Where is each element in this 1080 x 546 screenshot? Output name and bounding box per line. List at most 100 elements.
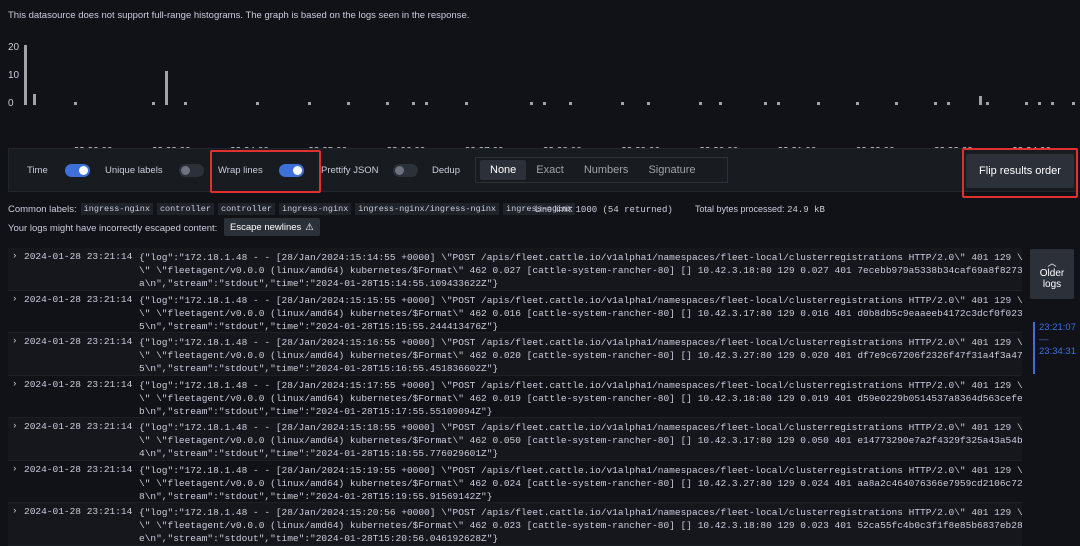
histogram-bar (985, 102, 989, 105)
time-toggle[interactable] (65, 164, 90, 177)
range-start: 23:21:07 (1039, 322, 1076, 333)
histogram-bar (412, 102, 416, 105)
log-timestamp: 2024-01-28 23:21:14 (24, 463, 133, 475)
log-row[interactable]: › 2024-01-28 23:21:14 {"log":"172.18.1.4… (8, 418, 1022, 461)
log-timestamp: 2024-01-28 23:21:14 (24, 251, 133, 262)
log-timestamp: 2024-01-28 23:21:14 (24, 336, 133, 347)
histogram-notice: This datasource does not support full-ra… (8, 10, 470, 21)
label-chip: ingress-nginx/ingress-nginx (355, 203, 500, 215)
expand-chevron-icon[interactable]: › (12, 251, 17, 261)
log-line: {"log":"172.18.1.48 - - [28/Jan/2024:15:… (139, 507, 1022, 544)
histogram-bar (529, 102, 533, 105)
expand-chevron-icon[interactable]: › (12, 336, 17, 346)
histogram-bar (184, 102, 188, 105)
histogram-bar (1072, 102, 1075, 105)
histogram-bar (151, 102, 155, 105)
histogram-bar (894, 102, 898, 105)
dedup-option-numbers[interactable]: Numbers (574, 160, 639, 180)
label-chip: controller (217, 203, 275, 215)
histogram-bar (1051, 102, 1055, 105)
log-line: {"log":"172.18.1.48 - - [28/Jan/2024:15:… (139, 294, 1022, 332)
histogram-bar (73, 102, 77, 105)
y-tick-label: 0 (8, 98, 14, 109)
expand-chevron-icon[interactable]: › (12, 421, 17, 431)
histogram-bar (946, 102, 950, 105)
bytes-processed-label: Total bytes processed: (695, 204, 785, 214)
highlight-box-wrap-lines (210, 150, 321, 193)
dedup-option-signature[interactable]: Signature (638, 160, 705, 180)
histogram-bar (855, 102, 859, 105)
common-labels: Common labels: ingress-nginx controller … (8, 203, 576, 215)
older-logs-button[interactable]: ︿ Older logs (1030, 249, 1074, 299)
log-line: {"log":"172.18.1.48 - - [28/Jan/2024:15:… (139, 252, 1022, 289)
escape-newlines-label: Escape newlines (230, 221, 302, 233)
log-line: {"log":"172.18.1.48 - - [28/Jan/2024:15:… (139, 379, 1022, 417)
histogram-bar (568, 102, 572, 105)
y-tick-label: 10 (8, 70, 20, 81)
dedup-selector: None Exact Numbers Signature (475, 157, 728, 183)
older-logs-label-2: logs (1042, 278, 1062, 290)
histogram-bar (308, 102, 312, 105)
histogram-bar (777, 102, 781, 105)
time-label: Time (27, 165, 48, 176)
expand-chevron-icon[interactable]: › (12, 294, 17, 304)
histogram-bar (816, 102, 820, 105)
log-row[interactable]: › 2024-01-28 23:21:14 {"log":"172.18.1.4… (8, 461, 1022, 503)
logs-volume-histogram: 20 10 0 23:22:0023:23:0023:24:0023:25:00… (0, 36, 1080, 172)
histogram-bar (1038, 102, 1042, 105)
log-row[interactable]: › 2024-01-28 23:21:14 {"log":"172.18.1.4… (8, 376, 1022, 418)
log-row[interactable]: › 2024-01-28 23:21:14 {"log":"172.18.1.4… (8, 248, 1022, 291)
histogram-plot-area (24, 42, 1076, 105)
bytes-processed-value: 24.9 kB (787, 205, 825, 215)
unique-labels-label: Unique labels (105, 165, 163, 176)
histogram-bar (542, 102, 546, 105)
histogram-bar (347, 102, 351, 105)
expand-chevron-icon[interactable]: › (12, 379, 17, 389)
histogram-bar (1025, 102, 1029, 105)
histogram-bar (33, 93, 37, 105)
histogram-bar (764, 102, 768, 105)
histogram-bar (256, 102, 260, 105)
highlight-box-flip-order (962, 148, 1078, 198)
log-timestamp: 2024-01-28 23:21:14 (24, 506, 133, 517)
expand-chevron-icon[interactable]: › (12, 464, 17, 474)
bytes-processed: Total bytes processed: 24.9 kB (695, 204, 825, 215)
expand-chevron-icon[interactable]: › (12, 506, 17, 516)
log-line: {"log":"172.18.1.48 - - [28/Jan/2024:15:… (139, 464, 1022, 502)
histogram-bar (718, 102, 722, 105)
histogram-bar (620, 102, 624, 105)
label-chip: ingress-nginx (80, 203, 153, 215)
label-chip: ingress-nginx (278, 203, 352, 215)
log-timestamp: 2024-01-28 23:21:14 (24, 293, 133, 305)
log-timestamp: 2024-01-28 23:21:14 (24, 421, 133, 432)
histogram-bar (164, 70, 168, 105)
log-line: {"log":"172.18.1.48 - - [28/Jan/2024:15:… (139, 337, 1022, 374)
dedup-option-none[interactable]: None (480, 160, 527, 180)
histogram-bar (464, 102, 468, 105)
escape-warning-text: Your logs might have incorrectly escaped… (8, 223, 218, 234)
escape-newlines-button[interactable]: Escape newlines ⚠ (224, 218, 320, 236)
log-timestamp: 2024-01-28 23:21:14 (24, 378, 133, 390)
log-rows: › 2024-01-28 23:21:14 {"log":"172.18.1.4… (8, 248, 1022, 546)
unique-labels-toggle[interactable] (179, 164, 204, 177)
y-tick-label: 20 (8, 42, 20, 53)
line-limit-value: 1000 (54 returned) (575, 205, 673, 215)
log-row[interactable]: › 2024-01-28 23:21:14 {"log":"172.18.1.4… (8, 503, 1022, 546)
log-line: {"log":"172.18.1.48 - - [28/Jan/2024:15:… (139, 422, 1022, 459)
histogram-bar (386, 102, 390, 105)
log-row[interactable]: › 2024-01-28 23:21:14 {"log":"172.18.1.4… (8, 291, 1022, 333)
log-row[interactable]: › 2024-01-28 23:21:14 {"log":"172.18.1.4… (8, 333, 1022, 376)
histogram-bar (933, 102, 937, 105)
prettify-json-label: Prettify JSON (321, 165, 379, 176)
chevron-up-icon: ︿ (1047, 257, 1057, 268)
label-chip: controller (156, 203, 214, 215)
line-limit: Line limit: 1000 (54 returned) (535, 204, 673, 215)
visible-time-range: 23:21:07 — 23:34:31 (1033, 322, 1080, 374)
dedup-label: Dedup (432, 165, 460, 176)
line-limit-label: Line limit: (535, 204, 574, 214)
histogram-bar (699, 102, 703, 105)
warning-icon: ⚠ (305, 221, 314, 233)
common-labels-title: Common labels: (8, 203, 77, 215)
dedup-option-exact[interactable]: Exact (526, 160, 574, 180)
prettify-json-toggle[interactable] (393, 164, 418, 177)
